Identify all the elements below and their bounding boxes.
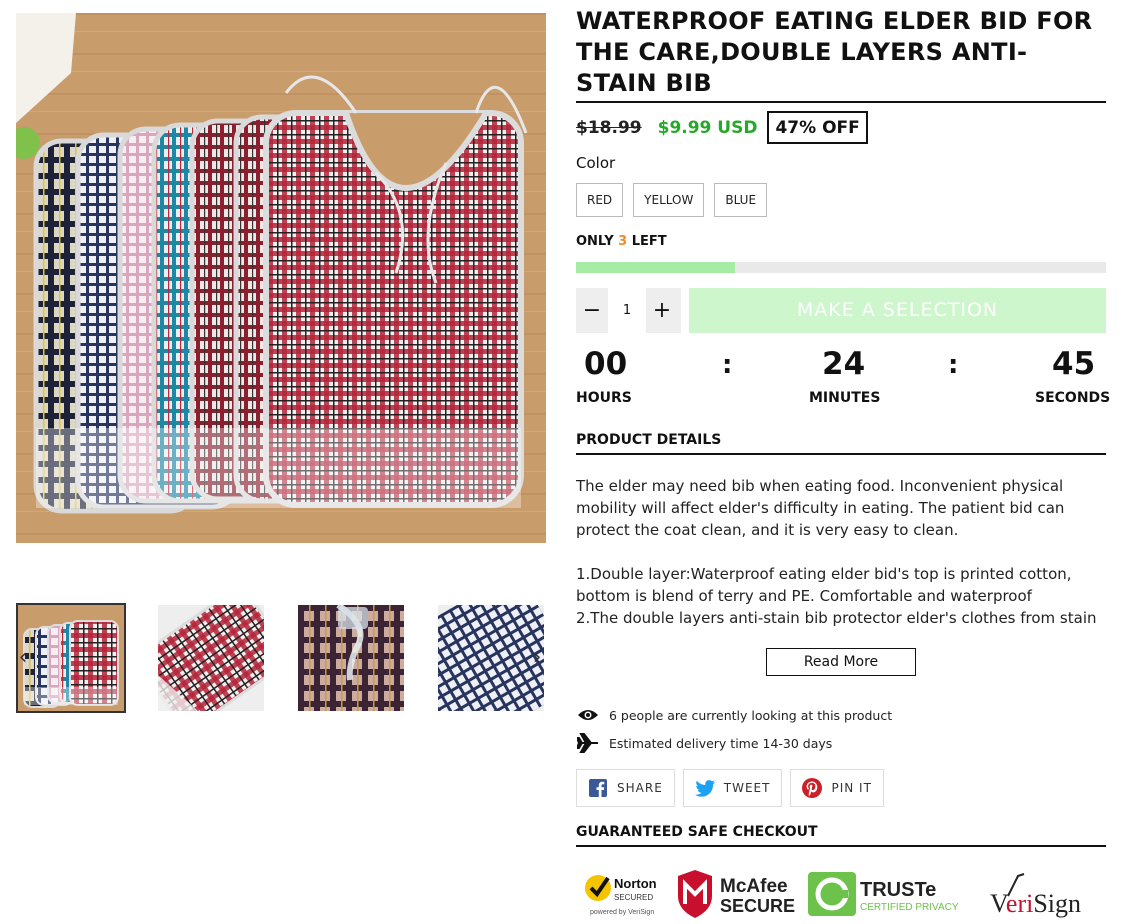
viewers-notice: 6 people are currently looking at this p… bbox=[576, 705, 892, 725]
quantity-increase-button[interactable]: + bbox=[646, 288, 678, 333]
color-label: Color bbox=[576, 154, 616, 172]
svg-text:TRUSTe: TRUSTe bbox=[860, 879, 936, 901]
description-line: 1.Double layer:Waterproof eating elder b… bbox=[576, 565, 1072, 583]
svg-text:McAfee: McAfee bbox=[720, 876, 788, 897]
facebook-share-label: SHARE bbox=[617, 781, 663, 795]
eye-icon bbox=[576, 705, 600, 725]
thumbnail-2[interactable] bbox=[158, 605, 264, 711]
title-divider bbox=[576, 101, 1106, 103]
thumbnail-3[interactable] bbox=[298, 605, 404, 711]
thumbnail-4[interactable] bbox=[438, 605, 544, 711]
svg-text:CERTIFIED PRIVACY: CERTIFIED PRIVACY bbox=[860, 902, 959, 913]
timer-minutes: 24 bbox=[822, 346, 866, 382]
facebook-icon bbox=[588, 778, 608, 798]
timer-seconds-label: SECONDS bbox=[1035, 390, 1111, 406]
discount-badge: 47% OFF bbox=[767, 111, 868, 144]
pinterest-share-button[interactable]: PIN IT bbox=[790, 769, 884, 807]
timer-hours: 00 bbox=[584, 346, 628, 382]
norton-badge: Norton SECURED powered by VeriSign bbox=[585, 875, 657, 916]
checkout-heading: GUARANTEED SAFE CHECKOUT bbox=[576, 824, 818, 840]
read-more-button[interactable]: Read More bbox=[766, 648, 916, 676]
compare-at-price: $18.99 bbox=[576, 117, 642, 138]
thumbnail-1[interactable] bbox=[16, 603, 126, 713]
svg-text:Norton: Norton bbox=[614, 876, 657, 891]
trust-badges: Norton SECURED powered by VeriSign McAfe… bbox=[576, 866, 1106, 922]
quantity-stepper: − + bbox=[576, 288, 681, 333]
description-line: mobility will affect elder's difficulty … bbox=[576, 499, 1065, 517]
product-details-heading: PRODUCT DETAILS bbox=[576, 432, 722, 448]
chevron-left-icon[interactable]: ‹ bbox=[16, 647, 30, 669]
color-option-red[interactable]: RED bbox=[576, 183, 624, 217]
norton-subtitle: powered by VeriSign bbox=[590, 909, 654, 916]
truste-badge: TRUSTe CERTIFIED PRIVACY bbox=[808, 872, 959, 916]
pinterest-share-label: PIN IT bbox=[831, 781, 872, 795]
add-to-cart-button[interactable]: MAKE A SELECTION bbox=[689, 288, 1106, 333]
quantity-decrease-button[interactable]: − bbox=[576, 288, 608, 333]
social-share: SHARE TWEET PIN IT bbox=[576, 769, 884, 807]
svg-text:VeriSign: VeriSign bbox=[990, 889, 1081, 918]
price-row: $18.99 $9.99 USD 47% OFF bbox=[576, 111, 868, 144]
viewers-text: 6 people are currently looking at this p… bbox=[609, 707, 893, 723]
timer-minutes-label: MINUTES bbox=[809, 390, 881, 406]
color-options: RED YELLOW BLUE bbox=[576, 183, 768, 217]
delivery-notice: Estimated delivery time 14-30 days bbox=[576, 733, 832, 753]
color-option-yellow[interactable]: YELLOW bbox=[633, 183, 705, 217]
timer-separator: : bbox=[722, 350, 733, 380]
product-description: The elder may need bib when eating food.… bbox=[576, 475, 1106, 627]
verisign-badge: VeriSign bbox=[990, 873, 1081, 918]
stock-progress-fill bbox=[576, 262, 735, 273]
stock-prefix: ONLY bbox=[576, 234, 614, 249]
svg-text:SECURE: SECURE bbox=[720, 896, 795, 916]
stock-count: 3 bbox=[618, 234, 628, 249]
pinterest-icon bbox=[802, 778, 823, 798]
twitter-share-label: TWEET bbox=[723, 781, 771, 795]
product-title: WATERPROOF EATING ELDER BID FOR THE CARE… bbox=[576, 7, 1093, 97]
twitter-share-button[interactable]: TWEET bbox=[682, 769, 783, 807]
mcafee-badge: McAfee SECURE bbox=[678, 870, 795, 918]
checkout-divider bbox=[576, 845, 1106, 847]
timer-hours-label: HOURS bbox=[576, 390, 632, 406]
color-option-blue[interactable]: BLUE bbox=[714, 183, 768, 217]
delivery-text: Estimated delivery time 14-30 days bbox=[609, 735, 833, 751]
stock-counter: ONLY 3 LEFT bbox=[576, 234, 667, 249]
description-line: 2.The double layers anti-stain bib prote… bbox=[576, 609, 1097, 627]
stock-suffix: LEFT bbox=[631, 234, 667, 249]
main-product-image[interactable] bbox=[16, 13, 546, 543]
timer-seconds: 45 bbox=[1052, 346, 1096, 382]
thumbnail-strip: ‹ › bbox=[16, 603, 546, 713]
timer-separator: : bbox=[948, 350, 959, 380]
description-line: bottom is blend of terry and PE. Comfort… bbox=[576, 587, 1032, 605]
sale-price: $9.99 USD bbox=[657, 117, 758, 138]
description-line: protect the coat clean, and it is very e… bbox=[576, 521, 959, 539]
description-line: The elder may need bib when eating food.… bbox=[576, 477, 1064, 495]
facebook-share-button[interactable]: SHARE bbox=[576, 769, 675, 807]
plane-icon bbox=[576, 733, 600, 753]
details-divider bbox=[576, 453, 1106, 455]
stock-progress-bar bbox=[576, 262, 1106, 273]
twitter-icon bbox=[694, 778, 715, 798]
svg-text:SECURED: SECURED bbox=[614, 893, 653, 902]
chevron-right-icon[interactable]: › bbox=[530, 647, 544, 669]
quantity-input[interactable] bbox=[608, 288, 646, 333]
